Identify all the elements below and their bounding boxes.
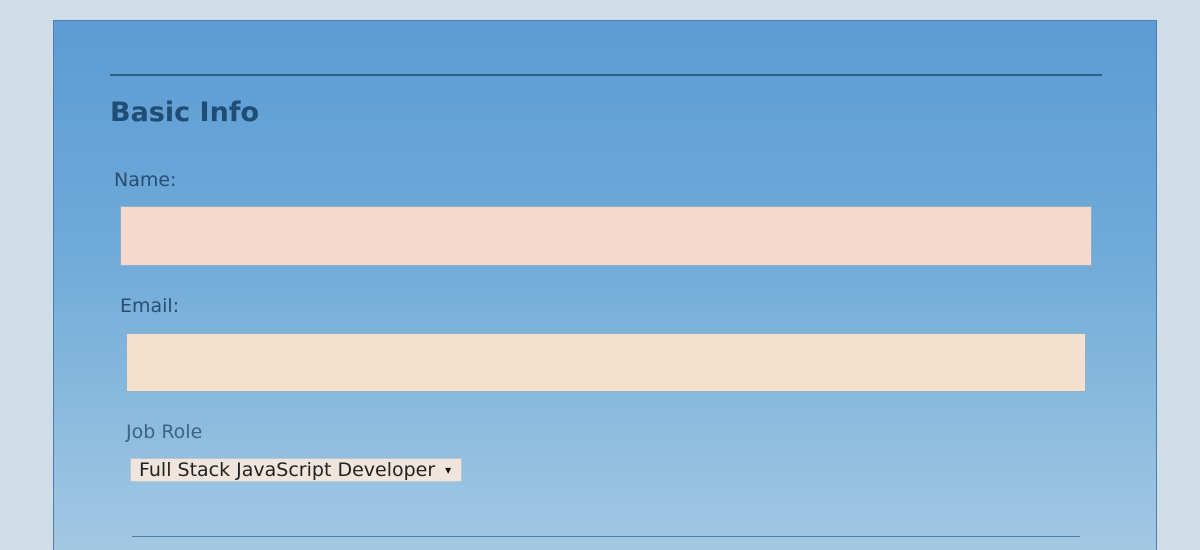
email-input[interactable] [126, 333, 1086, 392]
bottom-divider [132, 536, 1080, 537]
job-role-selected-value: Full Stack JavaScript Developer [139, 459, 436, 481]
job-role-select[interactable]: Full Stack JavaScript Developer ▾ [130, 458, 463, 482]
form-panel: Basic Info Name: Email: Job Role Full St… [53, 20, 1157, 550]
dropdown-arrow-icon: ▾ [445, 463, 452, 477]
top-divider [110, 74, 1102, 76]
name-label: Name: [114, 169, 177, 191]
job-role-label: Job Role [126, 421, 203, 443]
name-input[interactable] [120, 206, 1092, 266]
section-title: Basic Info [110, 97, 260, 128]
email-label: Email: [120, 295, 180, 317]
